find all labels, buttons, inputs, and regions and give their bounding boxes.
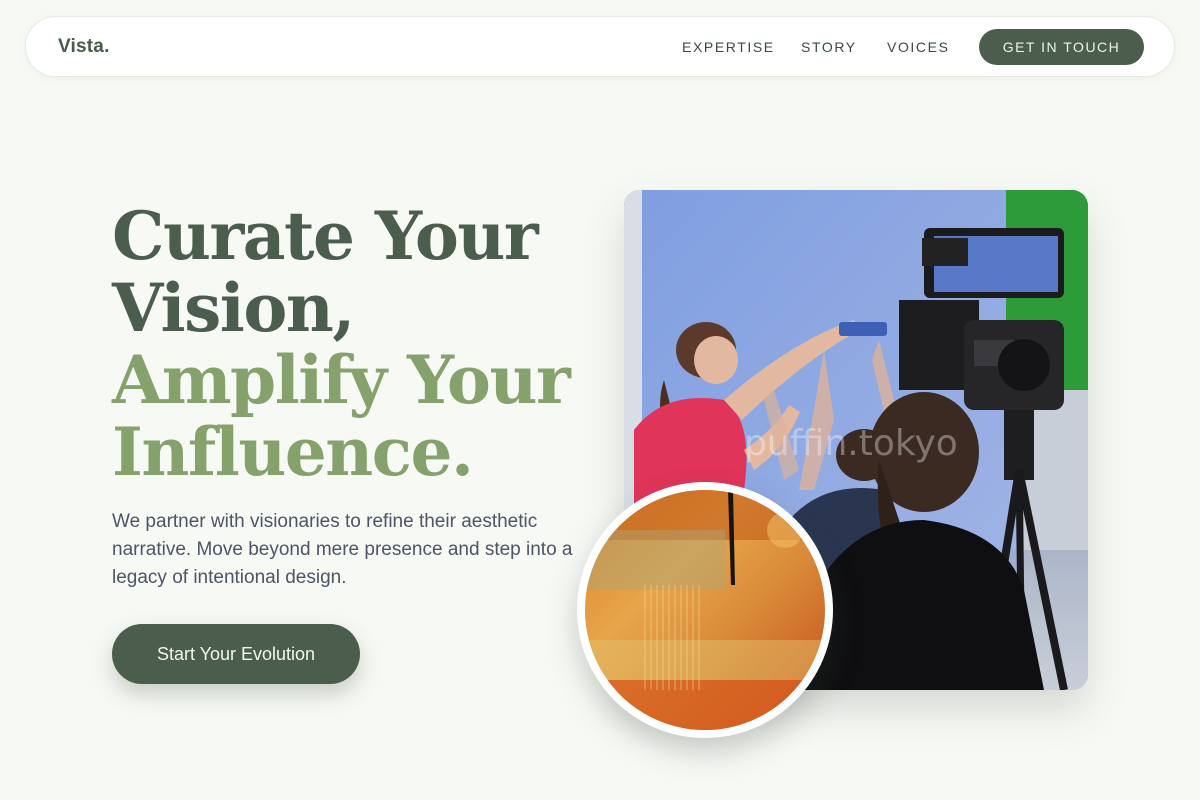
hero-title-line-2: Vision, <box>112 269 355 347</box>
hero-title: Curate Your Vision, Amplify Your Influen… <box>112 200 592 488</box>
hero-title-line-1: Curate Your <box>112 197 539 275</box>
get-in-touch-button[interactable]: GET IN TOUCH <box>979 29 1144 65</box>
hero-subtitle: We partner with visionaries to refine th… <box>112 511 573 588</box>
textured-painting-image <box>585 490 825 730</box>
hero-title-line-3: Amplify Your <box>112 341 571 419</box>
nav-link-story[interactable]: STORY <box>801 39 857 55</box>
watermark-text: puffin.tokyo <box>744 423 958 464</box>
hero-title-line-4: Influence. <box>112 413 474 491</box>
start-evolution-button[interactable]: Start Your Evolution <box>112 624 360 684</box>
nav-link-expertise[interactable]: EXPERTISE <box>682 39 775 55</box>
top-navigation-bar: Vista. EXPERTISE STORY VOICES GET IN TOU… <box>25 16 1175 77</box>
brand-logo[interactable]: Vista. <box>58 36 110 58</box>
nav-link-voices[interactable]: VOICES <box>887 39 950 55</box>
circular-art-image <box>577 482 833 738</box>
